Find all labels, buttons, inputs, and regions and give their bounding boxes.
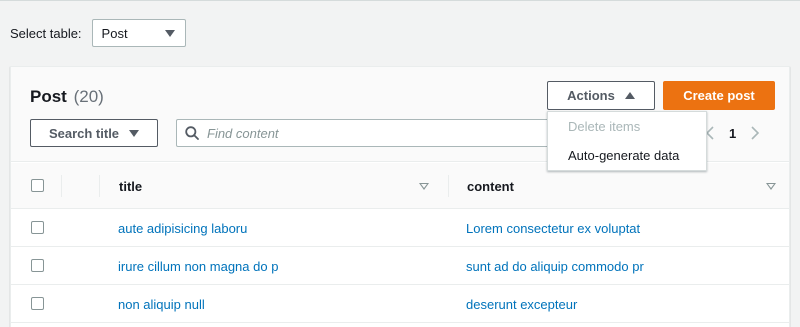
table-panel: Post (20) Actions Create post Search tit… bbox=[10, 66, 790, 327]
caret-down-icon bbox=[129, 129, 140, 137]
panel-title: Post (20) bbox=[30, 87, 104, 107]
cell-title[interactable]: irure cillum non magna do p bbox=[118, 247, 278, 285]
current-page-number[interactable]: 1 bbox=[729, 126, 736, 141]
sort-title-icon[interactable] bbox=[419, 183, 429, 190]
top-divider bbox=[0, 0, 800, 1]
cell-content[interactable]: deserunt excepteur bbox=[466, 285, 577, 323]
cell-title[interactable]: aute adipisicing laboru bbox=[118, 209, 247, 247]
find-content-field[interactable] bbox=[176, 119, 556, 147]
item-count: (20) bbox=[73, 87, 104, 106]
caret-up-icon bbox=[624, 92, 635, 99]
menu-item-delete-items: Delete items bbox=[568, 119, 641, 134]
table-row: aute adipisicing laboru Lorem consectetu… bbox=[11, 209, 789, 247]
cell-content[interactable]: Lorem consectetur ex voluptat bbox=[466, 209, 640, 247]
column-divider bbox=[448, 175, 449, 197]
chevron-right-icon[interactable] bbox=[750, 126, 760, 140]
row-checkbox[interactable] bbox=[31, 259, 44, 272]
create-post-label: Create post bbox=[683, 88, 755, 103]
menu-item-auto-generate-data[interactable]: Auto-generate data bbox=[548, 141, 706, 170]
select-table-value: Post bbox=[101, 25, 128, 41]
actions-button-label: Actions bbox=[567, 88, 615, 103]
cell-content[interactable]: sunt ad do aliquip commodo pr bbox=[466, 247, 644, 285]
select-table-dropdown[interactable]: Post bbox=[91, 19, 186, 47]
pagination: 1 bbox=[705, 119, 760, 147]
create-post-button[interactable]: Create post bbox=[663, 81, 775, 110]
search-attribute-label: Search title bbox=[48, 125, 120, 141]
table-row: irure cillum non magna do p sunt ad do a… bbox=[11, 247, 789, 285]
select-table-row: Select table: Post bbox=[10, 19, 186, 47]
panel-title-text: Post bbox=[30, 87, 67, 106]
row-checkbox[interactable] bbox=[31, 297, 44, 310]
column-header-content[interactable]: content bbox=[467, 163, 514, 209]
caret-down-icon bbox=[164, 29, 175, 37]
table-row: non aliquip null deserunt excepteur bbox=[11, 285, 789, 323]
row-checkbox[interactable] bbox=[31, 221, 44, 234]
actions-button[interactable]: Actions bbox=[547, 81, 655, 110]
column-divider bbox=[61, 175, 62, 197]
find-content-input[interactable] bbox=[207, 125, 527, 141]
search-attribute-dropdown[interactable]: Search title bbox=[30, 119, 158, 147]
cell-title[interactable]: non aliquip null bbox=[118, 285, 205, 323]
select-table-label: Select table: bbox=[10, 25, 82, 41]
column-divider bbox=[99, 175, 100, 197]
select-all-checkbox[interactable] bbox=[31, 179, 44, 192]
column-header-title[interactable]: title bbox=[119, 163, 142, 209]
sort-content-icon[interactable] bbox=[766, 183, 776, 190]
search-icon bbox=[185, 126, 199, 140]
actions-menu: Delete items Auto-generate data bbox=[547, 111, 707, 171]
data-table: title content aute adipisicing laboru Lo… bbox=[11, 163, 789, 323]
